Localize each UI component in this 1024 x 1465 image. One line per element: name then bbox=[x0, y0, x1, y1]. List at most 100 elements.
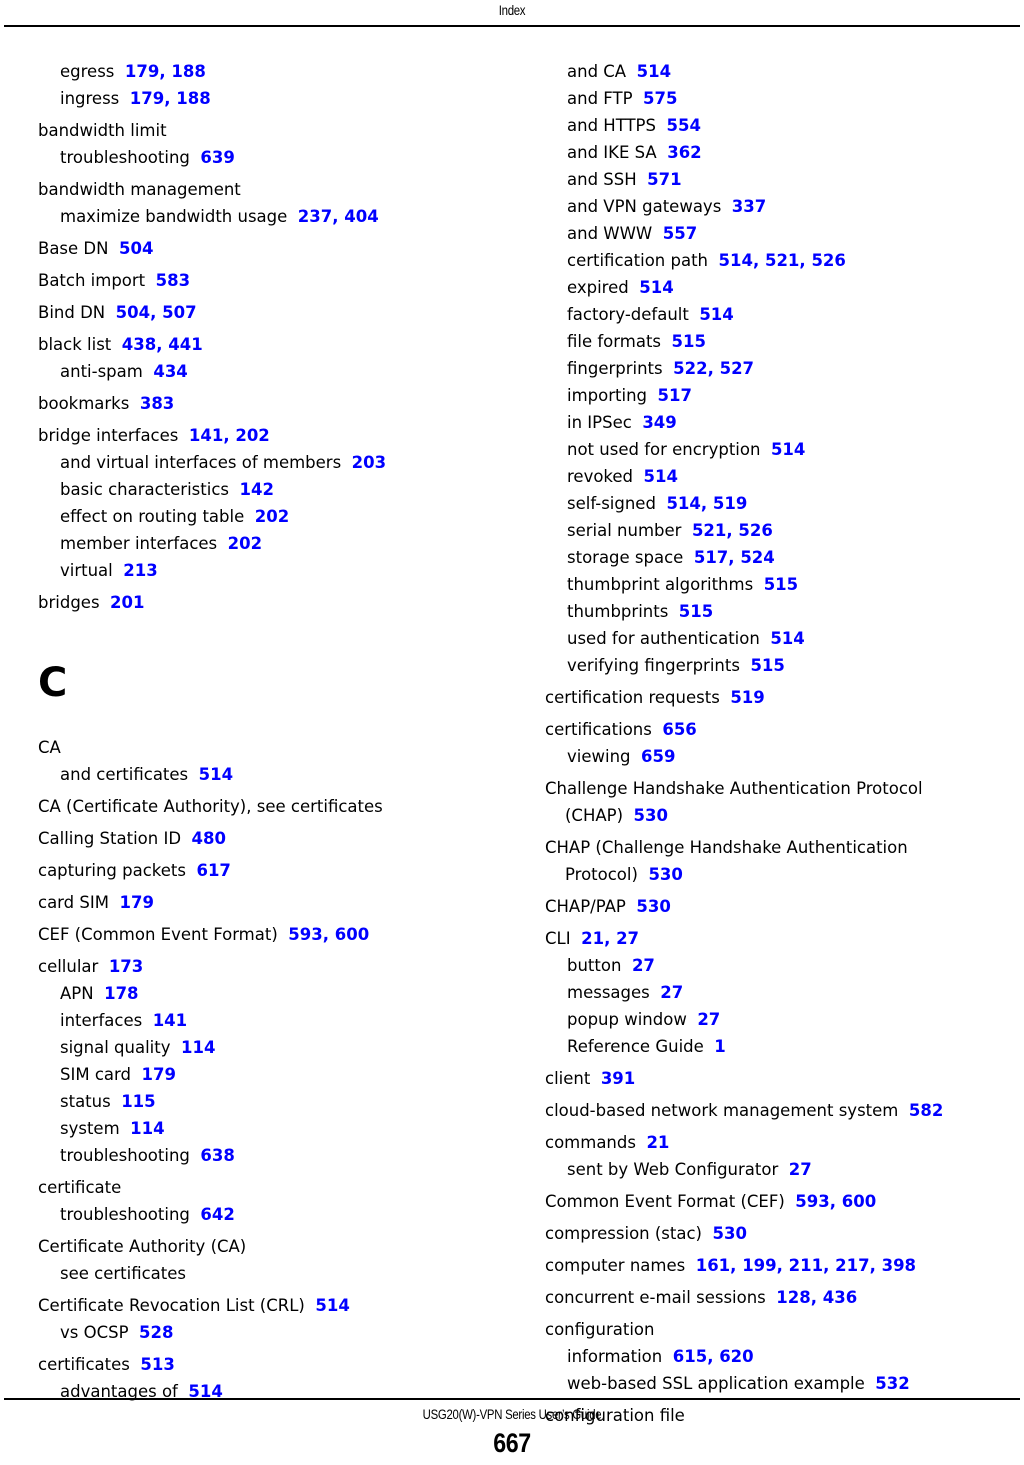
index-page-references[interactable]: 515 bbox=[672, 332, 706, 351]
index-page-references[interactable]: 515 bbox=[764, 575, 798, 594]
index-page-link[interactable]: 21 bbox=[581, 929, 604, 948]
index-page-link[interactable]: 441 bbox=[168, 335, 202, 354]
index-page-link[interactable]: 557 bbox=[663, 224, 697, 243]
index-page-link[interactable]: 600 bbox=[335, 925, 369, 944]
index-page-references[interactable]: 27 bbox=[632, 956, 655, 975]
index-page-references[interactable]: 438, 441 bbox=[122, 335, 203, 354]
index-page-link[interactable]: 528 bbox=[139, 1323, 173, 1342]
index-page-references[interactable]: 514 bbox=[315, 1296, 349, 1315]
index-page-link[interactable]: 514 bbox=[770, 629, 804, 648]
index-page-references[interactable]: 173 bbox=[109, 957, 143, 976]
index-page-link[interactable]: 161 bbox=[696, 1256, 730, 1275]
index-page-references[interactable]: 179 bbox=[141, 1065, 175, 1084]
index-page-references[interactable]: 237, 404 bbox=[298, 207, 379, 226]
index-page-link[interactable]: 514 bbox=[719, 251, 753, 270]
index-page-link[interactable]: 203 bbox=[352, 453, 386, 472]
index-page-link[interactable]: 527 bbox=[720, 359, 754, 378]
index-page-link[interactable]: 349 bbox=[642, 413, 676, 432]
index-page-references[interactable]: 514, 521, 526 bbox=[719, 251, 846, 270]
index-page-link[interactable]: 515 bbox=[750, 656, 784, 675]
index-page-references[interactable]: 514 bbox=[199, 765, 233, 784]
index-page-link[interactable]: 211 bbox=[789, 1256, 823, 1275]
index-page-references[interactable]: 557 bbox=[663, 224, 697, 243]
index-page-link[interactable]: 1 bbox=[714, 1037, 725, 1056]
index-page-link[interactable]: 582 bbox=[909, 1101, 943, 1120]
index-page-link[interactable]: 213 bbox=[123, 561, 157, 580]
index-page-link[interactable]: 571 bbox=[647, 170, 681, 189]
index-page-link[interactable]: 593 bbox=[795, 1192, 829, 1211]
index-page-link[interactable]: 514 bbox=[666, 494, 700, 513]
index-page-link[interactable]: 179 bbox=[130, 89, 164, 108]
index-page-link[interactable]: 526 bbox=[738, 521, 772, 540]
index-page-link[interactable]: 519 bbox=[730, 688, 764, 707]
index-page-link[interactable]: 114 bbox=[181, 1038, 215, 1057]
index-page-link[interactable]: 514 bbox=[644, 467, 678, 486]
index-page-link[interactable]: 517 bbox=[694, 548, 728, 567]
index-page-link[interactable]: 530 bbox=[636, 897, 670, 916]
index-page-link[interactable]: 27 bbox=[632, 956, 655, 975]
index-page-link[interactable]: 202 bbox=[255, 507, 289, 526]
index-page-references[interactable]: 639 bbox=[200, 148, 234, 167]
index-page-link[interactable]: 202 bbox=[228, 534, 262, 553]
index-page-references[interactable]: 128, 436 bbox=[776, 1288, 857, 1307]
index-page-references[interactable]: 362 bbox=[667, 143, 701, 162]
index-page-references[interactable]: 517, 524 bbox=[694, 548, 775, 567]
index-page-references[interactable]: 115 bbox=[121, 1092, 155, 1111]
index-page-references[interactable]: 593, 600 bbox=[795, 1192, 876, 1211]
index-page-references[interactable]: 615, 620 bbox=[673, 1347, 754, 1366]
index-page-link[interactable]: 504 bbox=[116, 303, 150, 322]
index-page-link[interactable]: 27 bbox=[697, 1010, 720, 1029]
index-page-link[interactable]: 142 bbox=[240, 480, 274, 499]
index-page-references[interactable]: 514 bbox=[699, 305, 733, 324]
index-page-references[interactable]: 582 bbox=[909, 1101, 943, 1120]
index-page-link[interactable]: 438 bbox=[122, 335, 156, 354]
index-page-link[interactable]: 514 bbox=[771, 440, 805, 459]
index-page-references[interactable]: 638 bbox=[200, 1146, 234, 1165]
index-page-link[interactable]: 188 bbox=[171, 62, 205, 81]
index-page-link[interactable]: 179 bbox=[125, 62, 159, 81]
index-page-references[interactable]: 514, 519 bbox=[666, 494, 747, 513]
index-page-references[interactable]: 583 bbox=[156, 271, 190, 290]
index-page-link[interactable]: 173 bbox=[109, 957, 143, 976]
index-page-references[interactable]: 141, 202 bbox=[189, 426, 270, 445]
index-page-references[interactable]: 202 bbox=[228, 534, 262, 553]
index-page-references[interactable]: 202 bbox=[255, 507, 289, 526]
index-page-link[interactable]: 526 bbox=[811, 251, 845, 270]
index-page-references[interactable]: 514 bbox=[637, 62, 671, 81]
index-page-references[interactable]: 21 bbox=[646, 1133, 669, 1152]
index-page-link[interactable]: 615 bbox=[673, 1347, 707, 1366]
index-page-link[interactable]: 554 bbox=[667, 116, 701, 135]
index-page-references[interactable]: 178 bbox=[104, 984, 138, 1003]
index-page-link[interactable]: 521 bbox=[692, 521, 726, 540]
index-page-references[interactable]: 514 bbox=[770, 629, 804, 648]
index-page-link[interactable]: 656 bbox=[662, 720, 696, 739]
index-page-link[interactable]: 199 bbox=[742, 1256, 776, 1275]
index-page-references[interactable]: 593, 600 bbox=[288, 925, 369, 944]
index-page-references[interactable]: 27 bbox=[789, 1160, 812, 1179]
index-page-link[interactable]: 507 bbox=[162, 303, 196, 322]
index-page-link[interactable]: 179 bbox=[141, 1065, 175, 1084]
index-page-link[interactable]: 514 bbox=[315, 1296, 349, 1315]
index-page-link[interactable]: 519 bbox=[713, 494, 747, 513]
index-page-link[interactable]: 583 bbox=[156, 271, 190, 290]
index-page-references[interactable]: 554 bbox=[667, 116, 701, 135]
index-page-link[interactable]: 391 bbox=[601, 1069, 635, 1088]
index-page-link[interactable]: 201 bbox=[110, 593, 144, 612]
index-page-references[interactable]: 179 bbox=[119, 893, 153, 912]
index-page-link[interactable]: 141 bbox=[153, 1011, 187, 1030]
index-page-references[interactable]: 528 bbox=[139, 1323, 173, 1342]
index-page-references[interactable]: 203 bbox=[352, 453, 386, 472]
index-page-link[interactable]: 521 bbox=[765, 251, 799, 270]
index-page-link[interactable]: 617 bbox=[196, 861, 230, 880]
index-page-references[interactable]: 21, 27 bbox=[581, 929, 639, 948]
index-page-link[interactable]: 27 bbox=[660, 983, 683, 1002]
index-page-references[interactable]: 337 bbox=[732, 197, 766, 216]
index-page-link[interactable]: 217 bbox=[835, 1256, 869, 1275]
index-page-references[interactable]: 201 bbox=[110, 593, 144, 612]
index-page-references[interactable]: 179, 188 bbox=[125, 62, 206, 81]
index-page-link[interactable]: 575 bbox=[643, 89, 677, 108]
index-page-references[interactable]: 141 bbox=[153, 1011, 187, 1030]
index-page-references[interactable]: 27 bbox=[660, 983, 683, 1002]
index-page-link[interactable]: 337 bbox=[732, 197, 766, 216]
index-page-references[interactable]: 514 bbox=[639, 278, 673, 297]
